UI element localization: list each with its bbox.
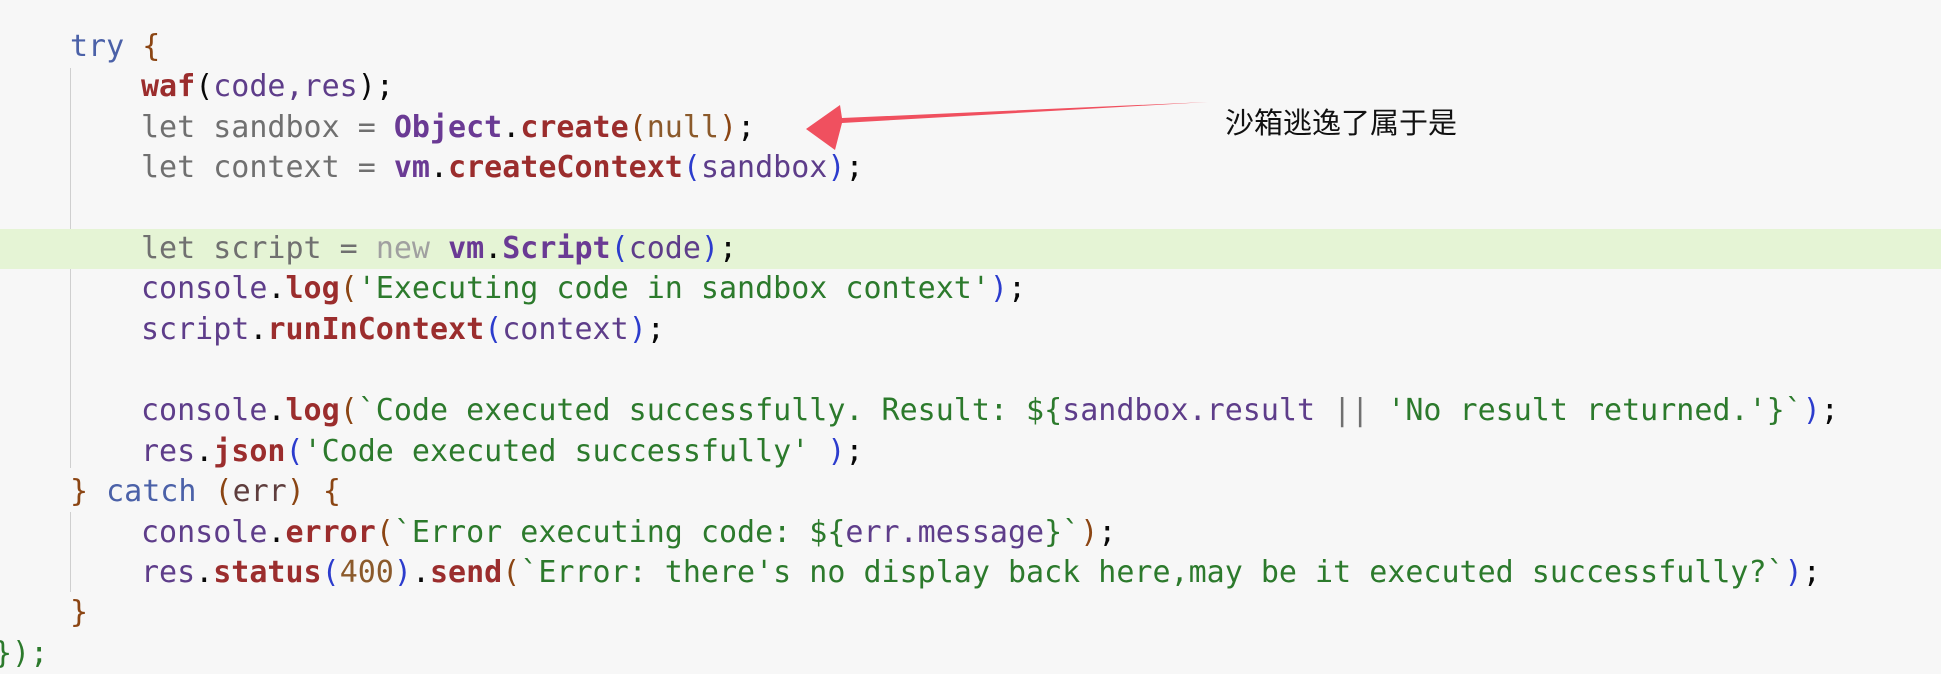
annotation-arrow-icon (806, 102, 1208, 150)
annotation-text: 沙箱逃逸了属于是 (1225, 106, 1458, 140)
